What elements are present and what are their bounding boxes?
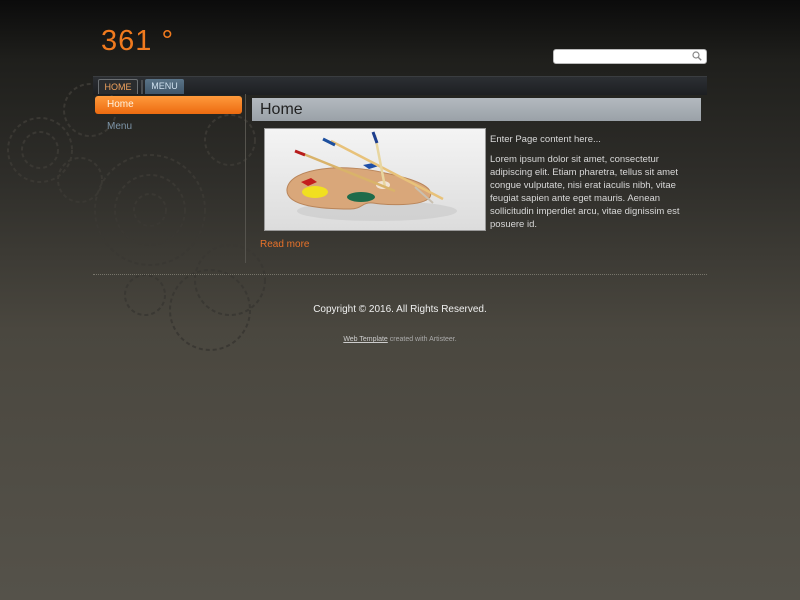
sidebar-divider <box>245 94 246 263</box>
footer-credit: Web Template created with Artisteer. <box>0 336 800 343</box>
top-navigation: HOME MENU <box>93 76 707 95</box>
nav-tab-menu[interactable]: MENU <box>145 79 184 94</box>
read-more-link[interactable]: Read more <box>260 239 309 250</box>
site-logo[interactable]: 361 ° <box>101 25 174 58</box>
sidebar-item-menu[interactable]: Menu <box>107 121 132 132</box>
search-field[interactable] <box>553 49 707 67</box>
page-content: Enter Page content here... Lorem ipsum d… <box>490 133 700 238</box>
sidebar-item-home[interactable]: Home <box>95 96 242 114</box>
credit-text: created with Artisteer. <box>389 336 457 343</box>
nav-separator <box>141 80 143 94</box>
page-body-text: Lorem ipsum dolor sit amet, consectetur … <box>490 154 680 230</box>
nav-tab-home[interactable]: HOME <box>98 79 138 94</box>
footer-copyright: Copyright © 2016. All Rights Reserved. <box>313 304 487 315</box>
search-input[interactable] <box>554 54 692 67</box>
page-intro: Enter Page content here... <box>490 134 601 145</box>
web-template-link[interactable]: Web Template <box>343 336 388 343</box>
page-title: Home <box>252 98 701 121</box>
search-icon[interactable] <box>692 51 702 61</box>
paint-palette-image <box>264 128 486 231</box>
footer-divider <box>93 274 707 275</box>
